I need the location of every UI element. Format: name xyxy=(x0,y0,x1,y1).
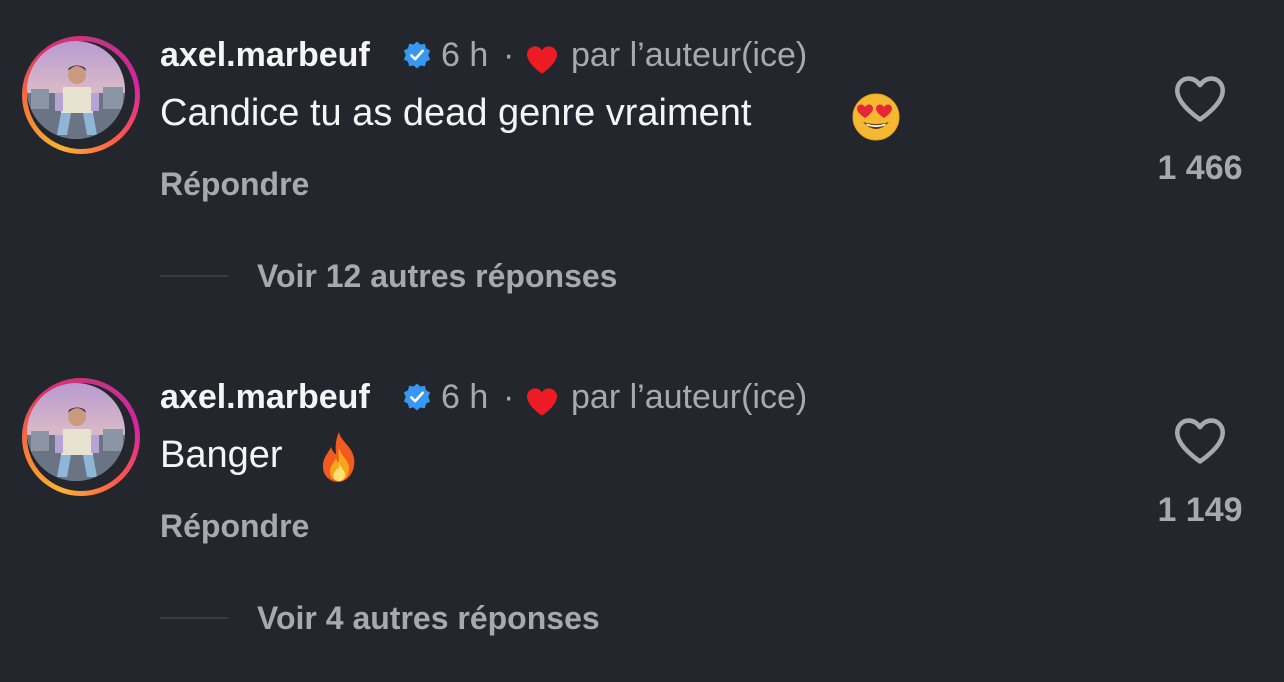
like-count: 1 466 xyxy=(1157,149,1243,187)
reply-button[interactable]: Répondre xyxy=(160,508,309,545)
avatar[interactable] xyxy=(22,36,140,154)
comment-time: 6 h xyxy=(441,378,489,416)
avatar-photo xyxy=(27,383,125,481)
avatar[interactable] xyxy=(22,378,140,496)
fire-emoji-icon xyxy=(322,432,355,482)
username[interactable]: axel.marbeuf xyxy=(160,378,370,417)
meta-separator: · xyxy=(503,378,515,416)
view-replies-button[interactable]: Voir 4 autres réponses xyxy=(257,600,600,637)
replies-divider xyxy=(160,617,228,619)
reply-button[interactable]: Répondre xyxy=(160,166,309,203)
like-count: 1 149 xyxy=(1157,491,1243,529)
comment-text: Banger xyxy=(160,434,283,476)
comment-item: axel.marbeuf 6 h · par l’auteur(ice) Ban… xyxy=(0,342,1284,672)
heart-eyes-emoji-icon xyxy=(852,93,900,141)
author-liked-heart-icon xyxy=(527,46,557,74)
comment-time: 6 h xyxy=(441,36,489,74)
avatar-photo xyxy=(27,41,125,139)
meta-separator: · xyxy=(503,36,515,74)
author-liked-heart-icon xyxy=(527,388,557,416)
like-heart-icon[interactable] xyxy=(1172,74,1228,124)
comment-text: Candice tu as dead genre vraiment xyxy=(160,92,752,134)
replies-divider xyxy=(160,275,228,277)
comment-item: axel.marbeuf 6 h · par l’auteur(ice) Can… xyxy=(0,0,1284,330)
author-like-label: par l’auteur(ice) xyxy=(571,378,808,416)
view-replies-button[interactable]: Voir 12 autres réponses xyxy=(257,258,617,295)
author-like-label: par l’auteur(ice) xyxy=(571,36,808,74)
verified-badge-icon xyxy=(403,383,431,411)
verified-badge-icon xyxy=(403,41,431,69)
comments-list: axel.marbeuf 6 h · par l’auteur(ice) Can… xyxy=(0,0,1284,682)
username[interactable]: axel.marbeuf xyxy=(160,36,370,75)
like-heart-icon[interactable] xyxy=(1172,416,1228,466)
